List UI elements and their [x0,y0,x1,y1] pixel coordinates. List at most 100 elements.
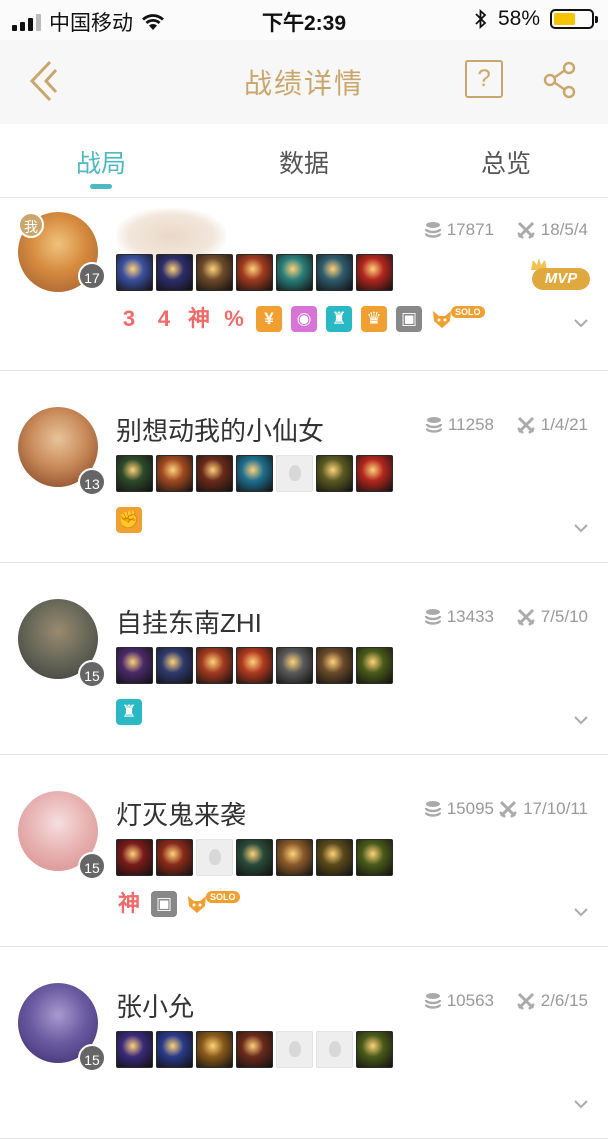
coin-stack-icon [424,609,441,625]
player-row[interactable]: 13 别想动我的小仙女 11258 1/4/21 ✊ [0,371,608,563]
item-icon[interactable] [156,254,193,291]
empty-item-slot [276,1031,313,1068]
player-name: 灯灭鬼来袭 [116,800,247,830]
kda-value: 7/5/10 [540,607,588,626]
item-slots [116,455,393,492]
solo-kill-badge: SOLO [431,306,485,330]
item-icon[interactable] [316,839,353,876]
item-icon[interactable] [356,1031,393,1068]
achievement-badges: ✊ [116,507,142,533]
player-list: 我 17 17871 18/5/4 MVP 3 4 神% ¥ ◉ ♜ ♛ ▣ SO [0,198,608,1139]
item-icon[interactable] [196,455,233,492]
tab-data[interactable]: 数据 [244,144,364,180]
item-icon[interactable] [116,254,153,291]
item-icon[interactable] [276,839,313,876]
champion-level: 15 [78,660,106,688]
achievement-badge: 4 [157,306,171,331]
item-icon[interactable] [196,1031,233,1068]
me-badge: 我 [18,212,44,238]
share-icon[interactable] [542,60,578,100]
gold-stat: 11258 [425,415,494,435]
item-icon[interactable] [156,839,193,876]
kda-stat: 2/6/15 [516,991,588,1011]
player-name: 自挂东南ZHI [116,608,262,638]
item-icon[interactable] [356,647,393,684]
gold-stat: 15095 [424,799,494,819]
solo-label: SOLO [451,306,485,318]
chevron-down-icon[interactable] [572,519,590,537]
item-icon[interactable] [196,647,233,684]
achievement-badges: 神 ▣ SOLO [116,891,240,917]
item-icon[interactable] [116,455,153,492]
item-icon[interactable] [116,1031,153,1068]
item-icon[interactable] [316,455,353,492]
empty-item-slot [276,455,313,492]
battery-percent: 58% [497,7,540,30]
player-row[interactable]: 15 张小允 10563 2/6/15 [0,947,608,1139]
crossed-swords-icon [516,608,535,626]
player-row[interactable]: 我 17 17871 18/5/4 MVP 3 4 神% ¥ ◉ ♜ ♛ ▣ SO [0,198,608,371]
achievement-badge: 神 [117,891,140,916]
crossed-swords-icon [516,416,535,434]
status-right: 58% [474,7,598,31]
item-icon[interactable] [316,647,353,684]
item-slots [116,254,393,291]
achievement-badges: ♜ [116,699,142,725]
tab-indicator [90,184,112,189]
chevron-down-icon[interactable] [572,711,590,729]
gold-stat: 10563 [424,991,494,1011]
item-icon[interactable] [316,254,353,291]
player-name: 张小允 [116,992,195,1022]
coin-stack-icon [424,801,441,817]
nav-bar: 战绩详情 ? [0,40,608,124]
achievement-badge: % [224,306,244,331]
item-icon[interactable] [156,1031,193,1068]
crossed-swords-icon [516,221,535,239]
item-icon[interactable] [236,647,273,684]
achievement-badge: ♜ [326,306,352,332]
gold-value: 15095 [446,799,494,818]
item-icon[interactable] [236,1031,273,1068]
player-row[interactable]: 15 自挂东南ZHI 13433 7/5/10 ♜ [0,563,608,755]
champion-level: 17 [78,262,106,290]
item-icon[interactable] [236,455,273,492]
chevron-down-icon[interactable] [572,1095,590,1113]
item-icon[interactable] [356,254,393,291]
solo-label: SOLO [206,891,240,903]
status-bar: 中国移动 下午2:39 58% [0,0,608,40]
achievement-badge: ▣ [396,306,422,332]
empty-item-slot [316,1031,353,1068]
gold-value: 13433 [446,607,494,626]
solo-kill-badge: SOLO [186,891,240,915]
tab-overview[interactable]: 总览 [446,144,566,180]
item-icon[interactable] [156,647,193,684]
item-icon[interactable] [356,455,393,492]
help-button[interactable]: ? [465,60,503,98]
item-icon[interactable] [356,839,393,876]
item-slots [116,1031,393,1068]
gold-stat: 13433 [424,607,494,627]
champion-level: 15 [78,1044,106,1072]
gold-stat: 17871 [424,220,494,240]
item-icon[interactable] [276,647,313,684]
tab-battle[interactable]: 战局 [41,144,161,180]
chevron-down-icon[interactable] [572,903,590,921]
achievement-badge: ♜ [116,699,142,725]
item-icon[interactable] [236,839,273,876]
gold-value: 11258 [447,415,494,434]
item-icon[interactable] [236,254,273,291]
player-row[interactable]: 15 灯灭鬼来袭 15095 17/10/11 神 ▣ SOLO [0,755,608,947]
item-icon[interactable] [156,455,193,492]
coin-stack-icon [424,993,441,1009]
kda-stat: 7/5/10 [516,607,588,627]
item-icon[interactable] [196,254,233,291]
item-icon[interactable] [116,839,153,876]
chevron-down-icon[interactable] [572,314,590,332]
achievement-badge: 神 [187,306,210,331]
champion-level: 15 [78,852,106,880]
player-name: 别想动我的小仙女 [116,416,325,446]
gold-value: 17871 [446,220,494,239]
item-icon[interactable] [276,254,313,291]
coin-stack-icon [424,222,441,238]
item-icon[interactable] [116,647,153,684]
